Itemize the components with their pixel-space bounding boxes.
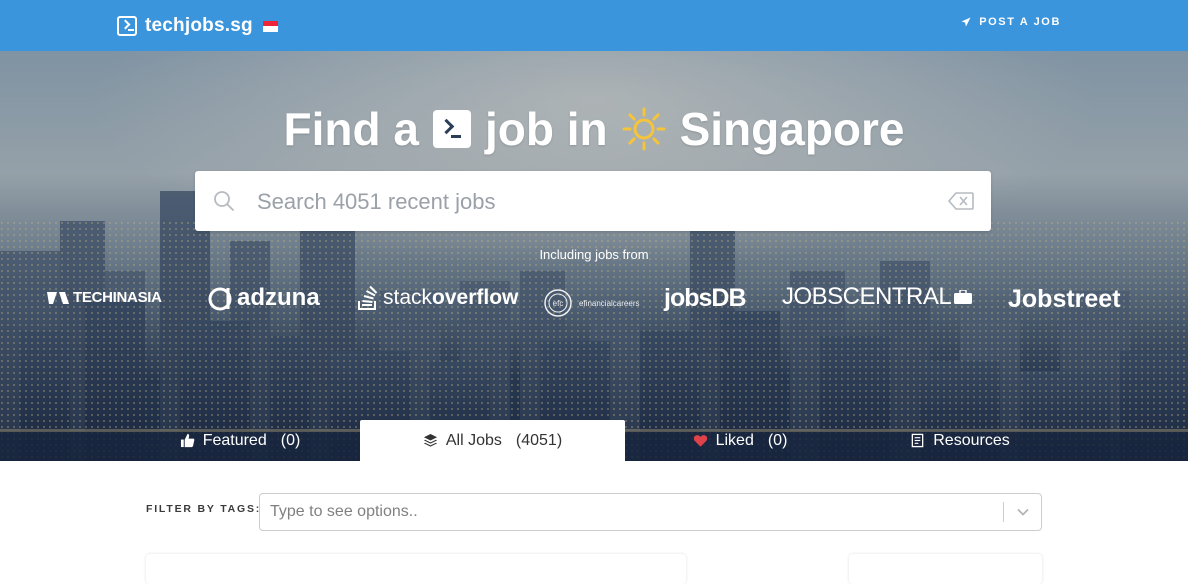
headline-job-in: job in xyxy=(484,103,608,155)
adzuna-mark-icon xyxy=(208,287,232,311)
techinasia-logo[interactable]: TECHINASIA xyxy=(47,289,162,306)
search-box xyxy=(195,171,991,231)
tab-resources-label: Resources xyxy=(933,431,1010,449)
techinasia-wordmark: TECHINASIA xyxy=(73,289,162,306)
top-navbar: techjobs.sg POST A JOB xyxy=(0,0,1188,51)
headline-find: Find a xyxy=(283,103,419,155)
post-job-link[interactable]: POST A JOB xyxy=(961,16,1061,28)
jobstreet-logo[interactable]: Jobstreet xyxy=(1008,285,1121,314)
tab-all-jobs-label: All Jobs xyxy=(445,431,502,449)
hero-banner: Find a job in Singapore Search 4051 rece… xyxy=(0,51,1188,461)
jobsdb-logo[interactable]: jobsDB xyxy=(664,284,746,313)
singapore-flag-icon xyxy=(262,20,278,32)
tab-liked[interactable]: Liked (0) xyxy=(680,420,800,461)
efc-mark-icon: efc xyxy=(544,289,572,317)
search-input[interactable] xyxy=(255,185,929,219)
brand-name: techjobs.sg xyxy=(145,15,253,36)
terminal-icon xyxy=(432,110,471,148)
tab-featured-label: Featured xyxy=(202,431,267,449)
stackoverflow-wordmark-a: stack xyxy=(383,286,433,309)
backspace-icon[interactable] xyxy=(948,192,974,210)
search-icon xyxy=(214,191,234,211)
tab-all-jobs[interactable]: All Jobs (4051) xyxy=(360,420,625,461)
document-icon xyxy=(911,433,924,448)
terminal-icon xyxy=(117,16,137,36)
briefcase-icon xyxy=(954,290,973,304)
tab-featured-count: (0) xyxy=(280,431,301,449)
techinasia-mark-icon xyxy=(47,291,69,304)
tab-featured[interactable]: Featured (0) xyxy=(170,420,310,461)
thumbs-up-icon xyxy=(180,433,195,448)
tab-resources[interactable]: Resources xyxy=(900,420,1020,461)
efc-wordmark: efinancialcareers xyxy=(579,298,640,308)
layers-icon xyxy=(423,433,437,447)
tag-filter-select[interactable]: Type to see options.. xyxy=(259,493,1042,531)
jobscentral-logo[interactable]: JOBSCENTRAL xyxy=(782,283,973,311)
hero-headline: Find a job in Singapore xyxy=(0,102,1188,156)
tab-liked-label: Liked xyxy=(715,431,754,449)
jobstreet-wordmark: Jobstreet xyxy=(1008,285,1121,313)
adzuna-logo[interactable]: adzuna xyxy=(207,284,320,312)
job-tabs: Featured (0) All Jobs (4051) Liked (0) R… xyxy=(0,420,1188,461)
tab-all-jobs-count: (4051) xyxy=(515,431,563,449)
headline-singapore: Singapore xyxy=(679,103,905,155)
svg-text:efc: efc xyxy=(553,299,564,308)
divider xyxy=(1003,502,1004,522)
stackoverflow-mark-icon xyxy=(358,285,378,310)
heart-icon xyxy=(693,435,707,447)
tag-filter-placeholder: Type to see options.. xyxy=(270,503,418,520)
including-jobs-caption: Including jobs from xyxy=(539,247,649,262)
stackoverflow-wordmark-b: overflow xyxy=(432,286,519,309)
efinancialcareers-logo[interactable]: efc efinancialcareers xyxy=(543,288,639,318)
jobsdb-wordmark: jobsDB xyxy=(664,284,746,312)
adzuna-wordmark: adzuna xyxy=(237,284,320,311)
jobscentral-wordmark: JOBSCENTRAL xyxy=(782,283,952,310)
job-card[interactable] xyxy=(146,554,686,584)
tab-liked-count: (0) xyxy=(767,431,788,449)
stackoverflow-logo[interactable]: stack overflow xyxy=(357,285,518,311)
sun-icon xyxy=(622,107,666,151)
chevron-down-icon[interactable] xyxy=(1017,507,1029,517)
brand-link[interactable]: techjobs.sg xyxy=(117,13,278,39)
send-icon xyxy=(961,17,971,27)
post-job-label: POST A JOB xyxy=(979,16,1061,28)
side-card xyxy=(849,554,1042,584)
filter-label: FILTER BY TAGS: xyxy=(146,503,262,515)
